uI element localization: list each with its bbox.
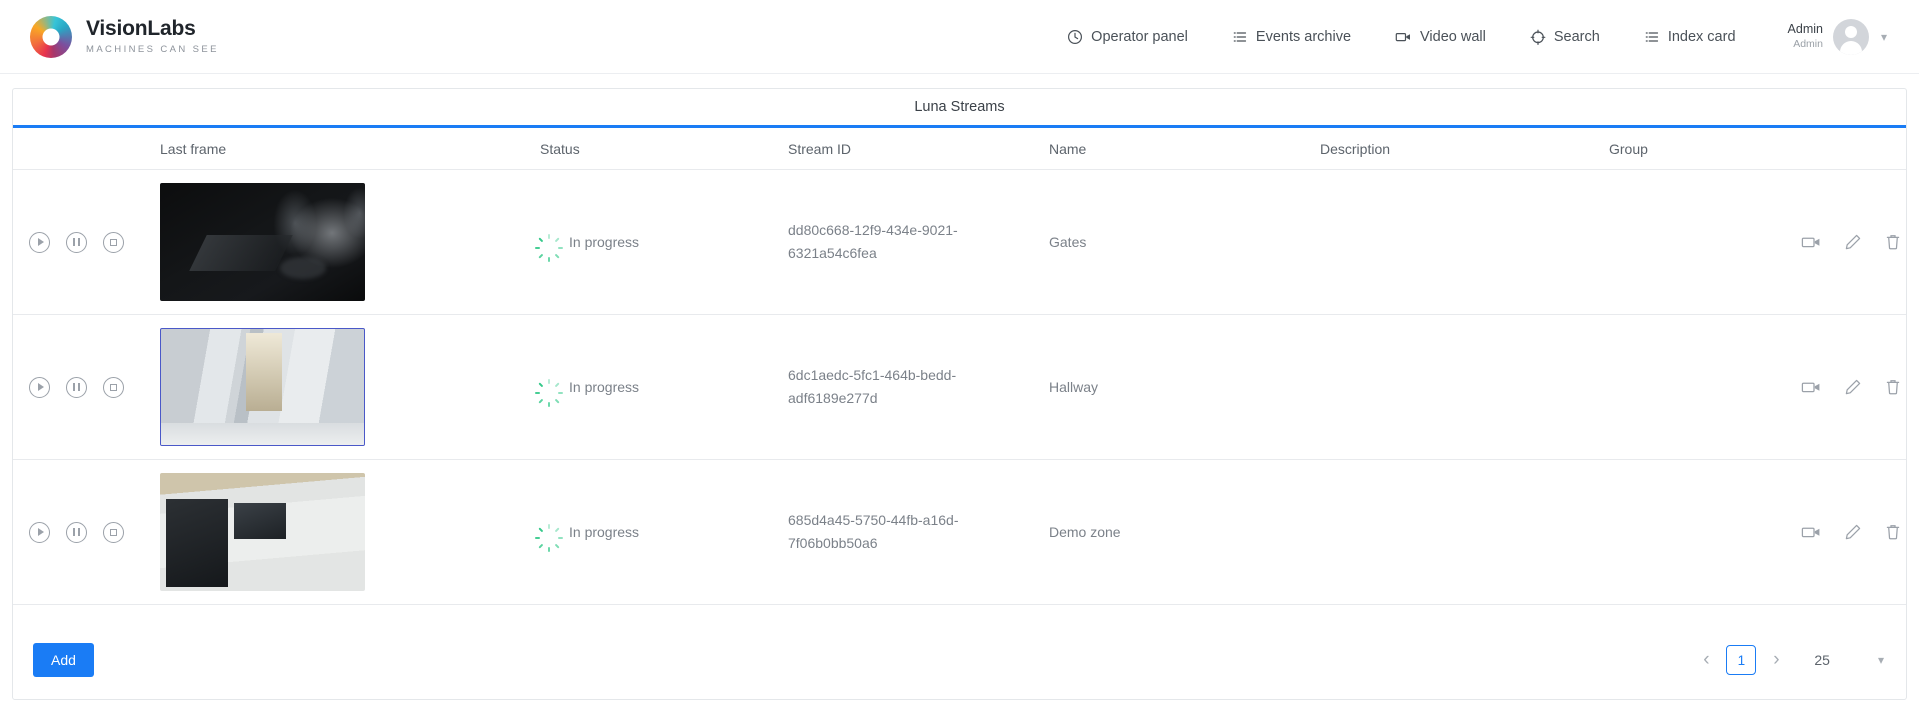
header-name: Name xyxy=(1049,140,1087,157)
main-nav: Operator panel Events archive Video wall xyxy=(1045,18,1891,55)
stream-thumbnail[interactable] xyxy=(160,328,365,446)
user-avatar-icon xyxy=(1832,18,1869,55)
chevron-right-icon[interactable]: › xyxy=(1760,644,1792,676)
nav-item-operator-panel[interactable]: Operator panel xyxy=(1045,19,1210,55)
panel-footer: Add ‹ 1 › 25 ▾ xyxy=(13,621,1906,699)
pencil-icon[interactable] xyxy=(1844,378,1862,396)
header-group: Group xyxy=(1609,140,1648,157)
trash-icon[interactable] xyxy=(1885,378,1901,396)
pause-icon[interactable] xyxy=(66,231,87,253)
loading-spinner-icon xyxy=(534,234,563,262)
visionlabs-ring-logo-icon xyxy=(30,15,72,58)
stream-thumbnail[interactable] xyxy=(160,183,365,301)
play-icon[interactable] xyxy=(29,231,50,253)
last-frame-cell xyxy=(143,473,533,591)
page-number-1[interactable]: 1 xyxy=(1726,645,1757,675)
trash-icon[interactable] xyxy=(1885,233,1901,251)
nav-item-video-wall[interactable]: Video wall xyxy=(1373,19,1508,55)
stream-id-cell: 6dc1aedc-5fc1-464b-bedd-adf6189e277d xyxy=(788,367,957,406)
header-description: Description xyxy=(1320,140,1391,157)
table-row: In progress dd80c668-12f9-434e-9021-6321… xyxy=(13,170,1906,315)
row-actions xyxy=(1801,523,1919,541)
pencil-icon[interactable] xyxy=(1844,523,1862,541)
status-cell: In progress xyxy=(533,524,788,552)
user-role: Admin xyxy=(1793,38,1823,51)
table-row: In progress 685d4a45-5750-44fb-a16d-7f06… xyxy=(13,460,1906,605)
chevron-down-icon: ▾ xyxy=(1880,29,1887,44)
video-camera-icon xyxy=(1395,29,1412,45)
last-frame-cell xyxy=(143,328,533,446)
nav-label: Search xyxy=(1553,28,1600,45)
luna-streams-panel: Luna Streams Last frame Status Stream ID… xyxy=(12,88,1907,700)
target-icon xyxy=(1530,29,1546,45)
status-label: In progress xyxy=(569,234,640,250)
play-icon[interactable] xyxy=(29,521,50,543)
user-menu[interactable]: Admin Admin ▾ xyxy=(1788,18,1891,55)
nav-label: Video wall xyxy=(1420,28,1486,45)
status-cell: In progress xyxy=(533,234,788,262)
brand-name: VisionLabs xyxy=(86,17,196,41)
row-actions xyxy=(1801,233,1919,251)
row-playback-controls xyxy=(13,231,143,253)
status-label: In progress xyxy=(569,379,640,395)
nav-item-events-archive[interactable]: Events archive xyxy=(1210,19,1373,55)
nav-item-index-card[interactable]: Index card xyxy=(1622,19,1758,55)
status-cell: In progress xyxy=(533,379,788,407)
trash-icon[interactable] xyxy=(1885,523,1901,541)
table-row: In progress 6dc1aedc-5fc1-464b-bedd-adf6… xyxy=(13,315,1906,460)
play-icon[interactable] xyxy=(29,376,50,398)
video-camera-icon[interactable] xyxy=(1801,233,1821,251)
pause-icon[interactable] xyxy=(66,521,87,543)
brand-tagline: MACHINES CAN SEE xyxy=(86,43,219,55)
top-navigation-bar: VisionLabs MACHINES CAN SEE Operator pan… xyxy=(0,0,1919,74)
clock-icon xyxy=(1067,29,1083,45)
nav-label: Events archive xyxy=(1255,28,1352,45)
user-primary-name: Admin xyxy=(1787,22,1823,37)
nav-item-search[interactable]: Search xyxy=(1508,19,1622,55)
nav-label: Index card xyxy=(1667,28,1736,45)
page-size-value: 25 xyxy=(1814,652,1830,668)
row-actions xyxy=(1801,378,1919,396)
stream-id-cell: 685d4a45-5750-44fb-a16d-7f06b0bb50a6 xyxy=(788,512,959,551)
stop-icon[interactable] xyxy=(103,521,124,543)
stream-thumbnail[interactable] xyxy=(160,473,365,591)
row-playback-controls xyxy=(13,521,143,543)
nav-label: Operator panel xyxy=(1091,28,1188,45)
video-camera-icon[interactable] xyxy=(1801,378,1821,396)
brand-logo[interactable]: VisionLabs MACHINES CAN SEE xyxy=(30,15,219,58)
header-last-frame: Last frame xyxy=(160,140,227,157)
table-header: Last frame Status Stream ID Name Descrip… xyxy=(13,128,1906,170)
list-icon xyxy=(1644,29,1660,45)
row-playback-controls xyxy=(13,376,143,398)
pencil-icon[interactable] xyxy=(1844,233,1862,251)
stream-name-cell: Hallway xyxy=(1049,379,1099,395)
last-frame-cell xyxy=(143,183,533,301)
header-stream-id: Stream ID xyxy=(788,140,852,157)
stream-id-cell: dd80c668-12f9-434e-9021-6321a54c6fea xyxy=(788,222,958,261)
header-status: Status xyxy=(540,140,580,157)
stop-icon[interactable] xyxy=(103,376,124,398)
user-names: Admin Admin xyxy=(1788,22,1823,51)
stop-icon[interactable] xyxy=(103,231,124,253)
loading-spinner-icon xyxy=(534,379,563,407)
brand-text: VisionLabs MACHINES CAN SEE xyxy=(86,17,219,55)
pause-icon[interactable] xyxy=(66,376,87,398)
video-camera-icon[interactable] xyxy=(1801,523,1821,541)
loading-spinner-icon xyxy=(534,524,563,552)
add-button[interactable]: Add xyxy=(33,643,94,677)
list-icon xyxy=(1232,29,1248,45)
stream-name-cell: Gates xyxy=(1049,234,1087,250)
chevron-down-icon: ▾ xyxy=(1877,653,1884,667)
status-label: In progress xyxy=(569,524,640,540)
page-size-select[interactable]: 25 ▾ xyxy=(1814,652,1884,668)
stream-name-cell: Demo zone xyxy=(1049,524,1121,540)
pagination: ‹ 1 › 25 ▾ xyxy=(1690,644,1884,676)
page-title: Luna Streams xyxy=(914,99,1005,115)
chevron-left-icon[interactable]: ‹ xyxy=(1690,644,1722,676)
